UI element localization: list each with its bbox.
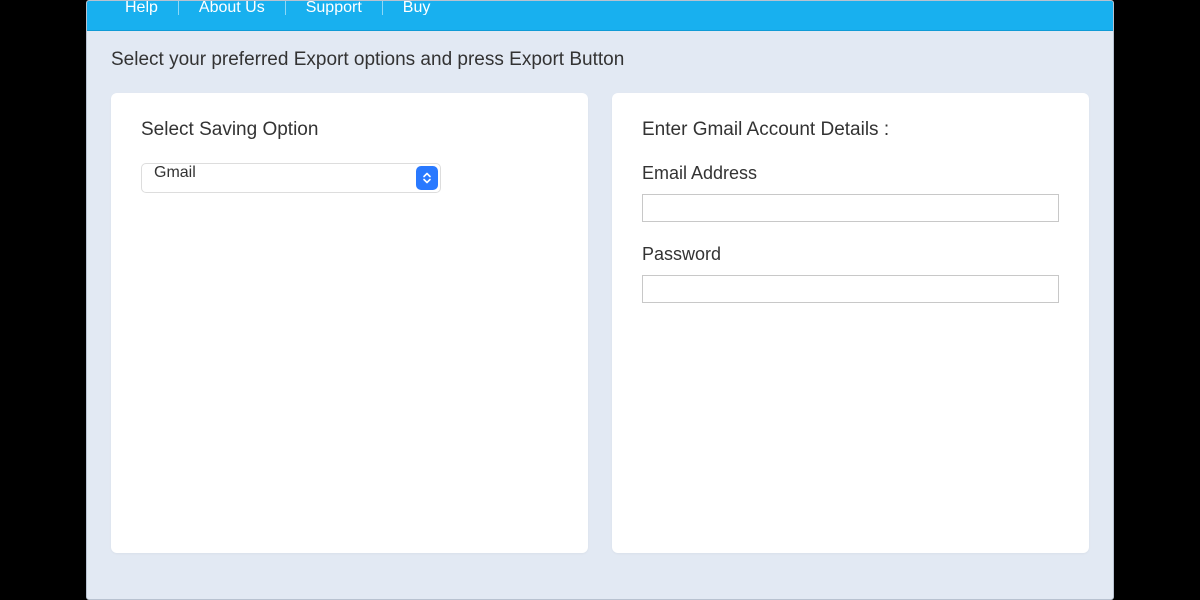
menu-buy[interactable]: Buy — [383, 1, 451, 15]
top-menu: Help About Us Support Buy — [87, 1, 1113, 31]
saving-option-select-wrapper: Gmail — [141, 163, 441, 193]
email-label: Email Address — [642, 163, 1059, 184]
menu-about-us[interactable]: About Us — [179, 1, 286, 15]
password-label: Password — [642, 244, 1059, 265]
email-input[interactable] — [642, 194, 1059, 222]
saving-option-title: Select Saving Option — [141, 119, 558, 141]
menu-help[interactable]: Help — [105, 1, 179, 15]
content-area: Select your preferred Export options and… — [87, 31, 1113, 571]
panels-container: Select Saving Option Gmail Enter Gmail A… — [111, 93, 1089, 553]
password-field-group: Password — [642, 244, 1059, 303]
account-details-title: Enter Gmail Account Details : — [642, 119, 1059, 141]
saving-option-select[interactable]: Gmail — [141, 163, 441, 193]
menu-support[interactable]: Support — [286, 1, 383, 15]
account-details-panel: Enter Gmail Account Details : Email Addr… — [612, 93, 1089, 553]
app-window: Help About Us Support Buy Select your pr… — [86, 0, 1114, 600]
saving-option-panel: Select Saving Option Gmail — [111, 93, 588, 553]
password-input[interactable] — [642, 275, 1059, 303]
email-field-group: Email Address — [642, 163, 1059, 222]
instruction-text: Select your preferred Export options and… — [111, 49, 1089, 71]
